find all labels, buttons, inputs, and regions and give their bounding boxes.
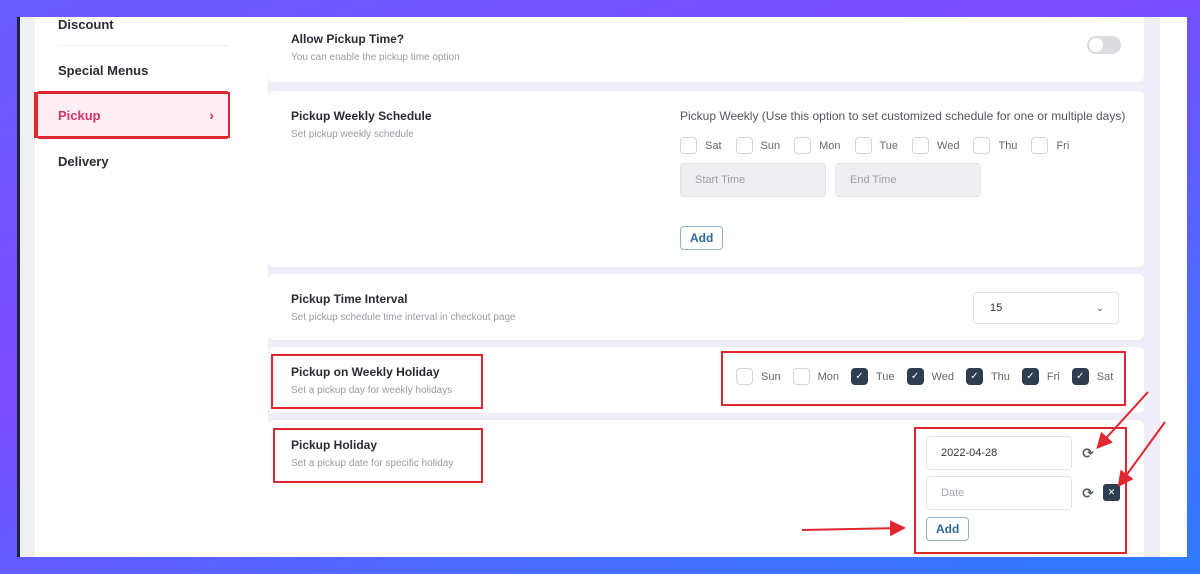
checkbox-label: Wed [937,139,960,152]
start-time-input[interactable]: Start Time [680,163,826,197]
checkbox[interactable] [973,137,991,154]
checkbox[interactable] [794,137,812,154]
right-margin [1160,17,1187,557]
checkbox[interactable] [854,137,872,154]
left-strip [20,17,35,557]
checkbox[interactable] [912,137,930,154]
sidebar-item-label: Discount [58,17,114,32]
check-icon[interactable]: ✓ [1071,368,1089,385]
holiday-checkbox-sat[interactable]: ✓ Sat [1071,368,1114,385]
refresh-icon[interactable]: ⟳ [1080,485,1096,501]
holiday-checkbox-sun[interactable]: Sun [736,368,781,385]
weekly-option-label: Pickup Weekly (Use this option to set cu… [680,109,1126,123]
chevron-right-icon: › [209,107,214,123]
check-icon[interactable]: ✓ [906,368,924,385]
pickup-holiday-card: Pickup Holiday Set a pickup date for spe… [268,420,1144,557]
toggle-knob [1089,38,1103,52]
sidebar: Discount Special Menus Pickup › Delivery [35,17,268,557]
check-icon[interactable]: ✓ [1021,368,1039,385]
checkbox-label: Mon [819,139,841,152]
sidebar-item-pickup[interactable]: Pickup › [36,91,230,139]
checkbox[interactable] [735,137,753,154]
sidebar-item-label: Delivery [58,153,109,169]
checkbox[interactable] [1031,137,1049,154]
card-title: Pickup on Weekly Holiday [291,365,440,379]
weekly-holiday-card: Pickup on Weekly Holiday Set a pickup da… [268,347,1144,413]
day-checkbox-thu[interactable]: Thu [973,137,1017,154]
app-window: Discount Special Menus Pickup › Delivery… [17,17,1187,557]
day-checkbox-mon[interactable]: Mon [794,137,841,154]
card-description: Set a pickup date for specific holiday [291,458,454,469]
add-schedule-button[interactable]: Add [680,226,724,250]
holiday-checkbox-wed[interactable]: ✓ Wed [906,368,954,385]
allow-pickup-time-toggle[interactable] [1087,36,1121,54]
weekly-holiday-days: Sun Mon ✓ Tue ✓ Wed ✓ Thu ✓ Fri ✓ Sat [736,368,1113,385]
checkbox-label: Tue [875,370,895,383]
check-icon[interactable]: ✓ [850,368,868,385]
card-description: Set pickup weekly schedule [291,129,414,140]
holiday-checkbox-tue[interactable]: ✓ Tue [850,368,895,385]
checkbox-label: Thu [998,139,1018,152]
checkbox-label: Mon [817,370,839,383]
check-icon[interactable]: ✓ [965,368,983,385]
allow-pickup-time-card: Allow Pickup Time? You can enable the pi… [268,17,1144,82]
end-time-input[interactable]: End Time [835,163,981,197]
select-value: 15 [990,302,1003,314]
sidebar-item-delivery[interactable]: Delivery [38,139,228,183]
refresh-icon[interactable]: ⟳ [1080,445,1096,461]
remove-date-icon[interactable]: ✕ [1103,484,1120,501]
sidebar-item-special-menus[interactable]: Special Menus [38,48,228,92]
sidebar-item-label: Special Menus [58,62,149,78]
holiday-checkbox-fri[interactable]: ✓ Fri [1021,368,1060,385]
day-checkbox-sun[interactable]: Sun [735,137,781,154]
checkbox-label: Thu [990,370,1010,383]
checkbox-label: Sun [760,139,781,152]
checkbox[interactable] [792,368,810,385]
weekly-schedule-days: Sat Sun Mon Tue Wed Thu Fri [680,137,1069,154]
checkbox-label: Fri [1056,139,1070,152]
holiday-date-input[interactable]: 2022-04-28 [926,436,1072,470]
checkbox-label: Wed [931,370,954,383]
checkbox[interactable] [736,368,753,385]
checkbox[interactable] [680,137,697,154]
card-description: You can enable the pickup time option [291,52,460,63]
checkbox-label: Sun [761,370,781,383]
card-description: Set a pickup day for weekly holidays [291,385,453,396]
weekly-schedule-card: Pickup Weekly Schedule Set pickup weekly… [268,91,1144,267]
sidebar-item-discount[interactable]: Discount [38,17,228,46]
time-interval-card: Pickup Time Interval Set pickup schedule… [268,274,1144,340]
time-interval-select[interactable]: 15 ⌄ [973,292,1119,324]
checkbox-label: Tue [879,139,899,152]
holiday-checkbox-thu[interactable]: ✓ Thu [965,368,1010,385]
card-title: Pickup Time Interval [291,292,408,306]
holiday-date-input-empty[interactable]: Date [926,476,1072,510]
add-holiday-button[interactable]: Add [926,517,970,541]
holiday-checkbox-mon[interactable]: Mon [792,368,839,385]
day-checkbox-tue[interactable]: Tue [854,137,899,154]
card-title: Pickup Weekly Schedule [291,109,432,123]
settings-panel: Allow Pickup Time? You can enable the pi… [268,17,1187,557]
card-title: Allow Pickup Time? [291,32,405,46]
chevron-down-icon: ⌄ [1095,302,1104,314]
day-checkbox-fri[interactable]: Fri [1031,137,1069,154]
sidebar-item-label: Pickup [58,107,101,123]
card-title: Pickup Holiday [291,438,378,452]
day-checkbox-sat[interactable]: Sat [680,137,722,154]
checkbox-label: Fri [1046,370,1060,383]
day-checkbox-wed[interactable]: Wed [912,137,959,154]
checkbox-label: Sat [705,139,722,152]
card-description: Set pickup schedule time interval in che… [291,312,516,323]
checkbox-label: Sat [1096,370,1114,383]
